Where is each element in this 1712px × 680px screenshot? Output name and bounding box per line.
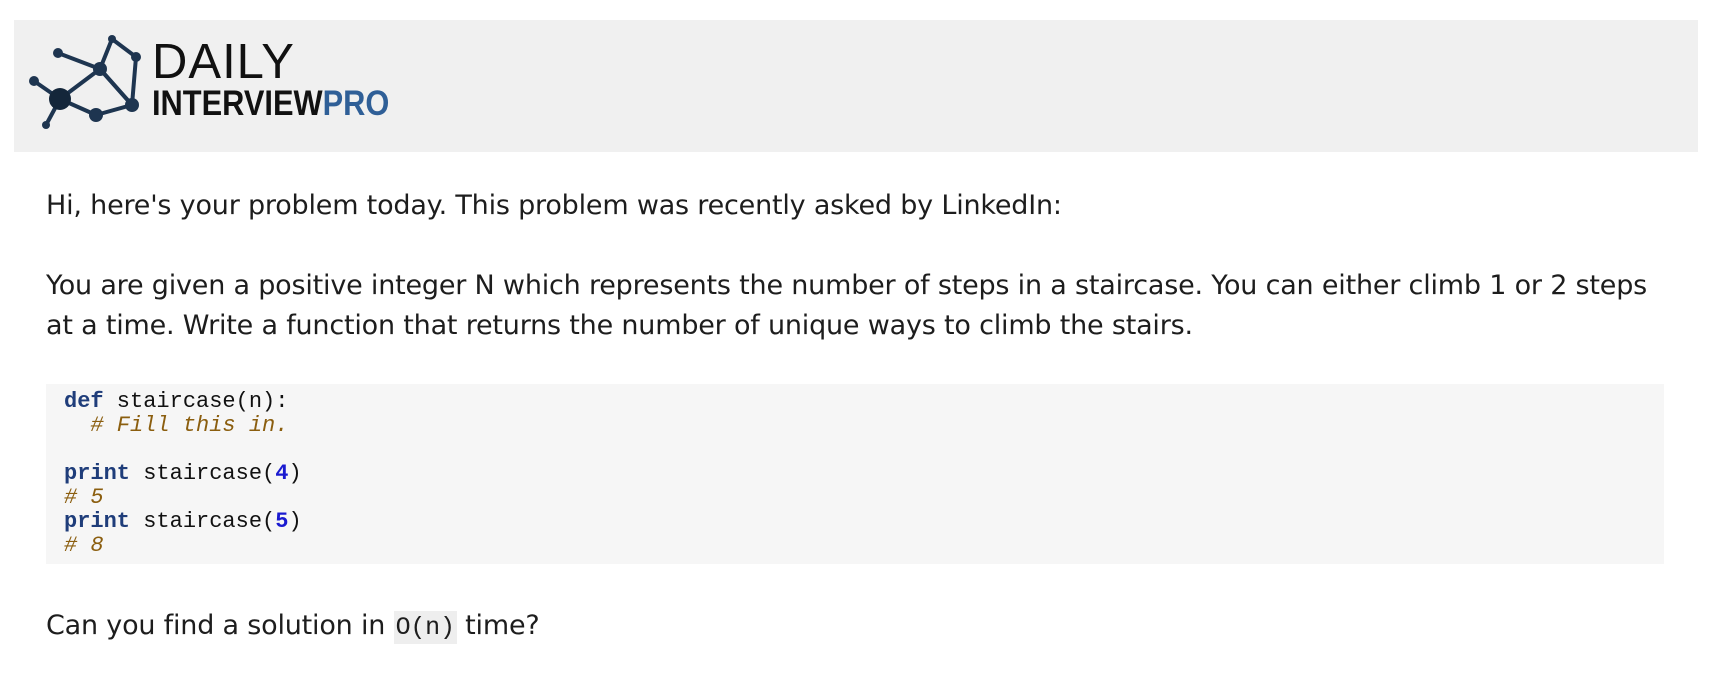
inline-code-complexity: O(n) [393, 611, 457, 644]
code-listing: def staircase(n): # Fill this in. print … [64, 390, 302, 558]
complexity-question: Can you find a solution in O(n) time? [46, 606, 1666, 648]
daily-interview-pro-logo[interactable]: DAILY INTERVIEWPRO [28, 33, 408, 133]
code-keyword-def: def [64, 389, 104, 414]
problem-description: You are given a positive integer N which… [46, 270, 1648, 341]
code-keyword-print: print [64, 461, 131, 486]
code-call-prefix: staircase( [130, 509, 276, 534]
logo-text-pro: PRO [322, 84, 390, 123]
code-function-signature: staircase(n): [103, 389, 289, 414]
code-keyword-print: print [64, 509, 131, 534]
code-call-arg-1: 4 [275, 461, 289, 486]
question-prefix: Can you find a solution in [46, 610, 394, 641]
code-block: def staircase(n): # Fill this in. print … [46, 384, 1664, 564]
logo-text-daily: DAILY [152, 35, 295, 89]
code-call-suffix: ) [288, 509, 302, 534]
code-comment-fill: # Fill this in. [64, 413, 289, 438]
code-call-prefix: staircase( [130, 461, 276, 486]
code-result-comment-2: # 8 [64, 533, 104, 558]
network-nodes-icon [29, 35, 141, 129]
code-call-suffix: ) [288, 461, 302, 486]
logo-text-interviewpro: INTERVIEWPRO [152, 85, 389, 123]
logo-text-interview: INTERVIEW [152, 84, 323, 123]
code-result-comment-1: # 5 [64, 485, 104, 510]
intro-text: Hi, here's your problem today. This prob… [46, 190, 1062, 221]
question-suffix: time? [456, 610, 540, 641]
code-call-arg-2: 5 [275, 509, 289, 534]
